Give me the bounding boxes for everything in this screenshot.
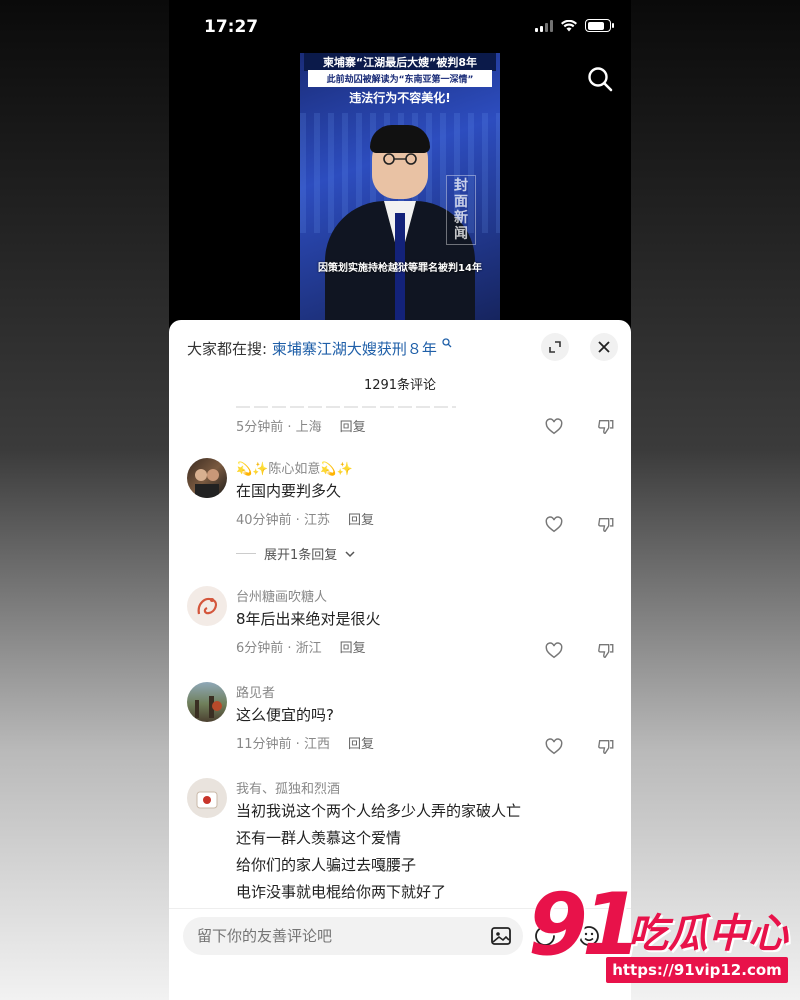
comment-time-location: 11分钟前 · 江西 [236, 737, 330, 752]
hot-search-prefix: 大家都在搜: [187, 340, 268, 358]
comment-text-line: 当初我说这个两个人给多少人弄的家破人亡 [236, 802, 522, 820]
like-icon[interactable] [545, 516, 563, 534]
close-icon [598, 341, 610, 353]
comment-text: 8年后出来绝对是很火 [236, 610, 381, 628]
comment-item: 路见者 这么便宜的吗? 11分钟前 · 江西 回复 [169, 682, 631, 762]
video-subheadline: 此前劫囚被解读为“东南亚第一深情” [308, 70, 492, 87]
video-player[interactable]: 柬埔寨“江湖最后大嫂”被判8年 此前劫囚被解读为“东南亚第一深情” 违法行为不容… [300, 53, 500, 321]
news-logo: 封面新闻 [446, 175, 476, 245]
comment-item: 💫✨陈心如意💫✨ 在国内要判多久 40分钟前 · 江苏 回复 展开1条回复 [169, 458, 631, 568]
hot-search[interactable]: 大家都在搜: 柬埔寨江湖大嫂获刑８年 [187, 338, 452, 359]
comment-item: 台州糖画吹糖人 8年后出来绝对是很火 6分钟前 · 浙江 回复 [169, 586, 631, 666]
dislike-icon[interactable] [597, 418, 615, 436]
comments-list[interactable]: 5分钟前 · 上海 回复 💫✨陈心如意💫✨ 在国内要判多久 40分钟前 · 江苏 [169, 406, 631, 908]
avatar[interactable] [187, 778, 227, 818]
expand-icon [549, 341, 561, 353]
search-icon[interactable] [585, 64, 615, 94]
comment-meta: 5分钟前 · 上海 回复 [236, 416, 366, 435]
comment-username[interactable]: 我有、孤独和烈酒 [236, 778, 596, 798]
comment-actions [545, 738, 615, 756]
comment-text: 这么便宜的吗? [236, 706, 334, 724]
comments-header: 大家都在搜: 柬埔寨江湖大嫂获刑８年 1291条评论 [169, 320, 631, 406]
comment-actions [545, 642, 615, 660]
reply-button[interactable]: 回复 [340, 637, 366, 656]
small-search-icon [441, 338, 452, 348]
video-subtitle: 因策划实施持枪越狱等罪名被判14年 [318, 263, 482, 274]
reply-button[interactable]: 回复 [340, 416, 366, 435]
clipped-comment-text [236, 406, 456, 408]
comment-username[interactable]: 台州糖画吹糖人 [236, 586, 536, 606]
status-bar: 17:27 [169, 0, 631, 52]
avatar[interactable] [187, 682, 227, 722]
reply-button[interactable]: 回复 [348, 733, 374, 752]
comment-actions [545, 418, 615, 436]
phone-screen: 17:27 柬埔寨“江湖最后大嫂”被判8年 此前劫囚被解读为“东南亚第一深情” … [169, 0, 631, 1000]
chevron-down-icon [345, 550, 355, 557]
like-icon[interactable] [545, 642, 563, 660]
dislike-icon[interactable] [597, 516, 615, 534]
comment-meta: 40分钟前 · 江苏 回复 [236, 509, 536, 528]
comment-input[interactable] [183, 917, 523, 955]
video-headline: 柬埔寨“江湖最后大嫂”被判8年 [304, 53, 496, 71]
battery-icon [585, 19, 614, 32]
reply-button[interactable]: 回复 [348, 509, 374, 528]
image-icon[interactable] [489, 924, 513, 948]
comment-text-line: 还有一群人羡慕这个爱情 [236, 829, 402, 847]
comment-username[interactable]: 💫✨陈心如意💫✨ [236, 458, 536, 478]
glasses-icon [383, 153, 417, 165]
comment-time-location: 5分钟前 · 上海 [236, 420, 322, 435]
watermark-text: 吃瓜中心 [628, 911, 788, 957]
comment-actions [545, 516, 615, 534]
divider [236, 553, 256, 554]
comment-time-location: 40分钟前 · 江苏 [236, 513, 330, 528]
comment-text: 在国内要判多久 [236, 482, 342, 500]
expand-replies-button[interactable]: 展开1条回复 [236, 544, 355, 563]
close-button[interactable] [590, 333, 618, 361]
comment-meta: 11分钟前 · 江西 回复 [236, 733, 536, 752]
video-tagline: 违法行为不容美化! [349, 91, 451, 105]
watermark-url: https://91vip12.com [606, 957, 788, 983]
dislike-icon[interactable] [597, 738, 615, 756]
hot-search-keyword[interactable]: 柬埔寨江湖大嫂获刑８年 [272, 340, 437, 358]
watermark: 91 吃瓜中心 https://91vip12.com [528, 875, 793, 993]
wifi-icon [561, 19, 577, 31]
comment-count: 1291条评论 [363, 378, 437, 393]
status-icons [535, 19, 614, 32]
expand-replies-label: 展开1条回复 [264, 548, 338, 563]
avatar[interactable] [187, 458, 227, 498]
signal-icon [535, 19, 553, 32]
comment-meta: 6分钟前 · 浙江 回复 [236, 637, 536, 656]
status-time: 17:27 [204, 17, 259, 37]
comment-username[interactable]: 路见者 [236, 682, 536, 702]
like-icon[interactable] [545, 418, 563, 436]
expand-button[interactable] [541, 333, 569, 361]
avatar[interactable] [187, 586, 227, 626]
news-anchor-hair [370, 125, 430, 153]
dislike-icon[interactable] [597, 642, 615, 660]
comment-time-location: 6分钟前 · 浙江 [236, 641, 322, 656]
like-icon[interactable] [545, 738, 563, 756]
